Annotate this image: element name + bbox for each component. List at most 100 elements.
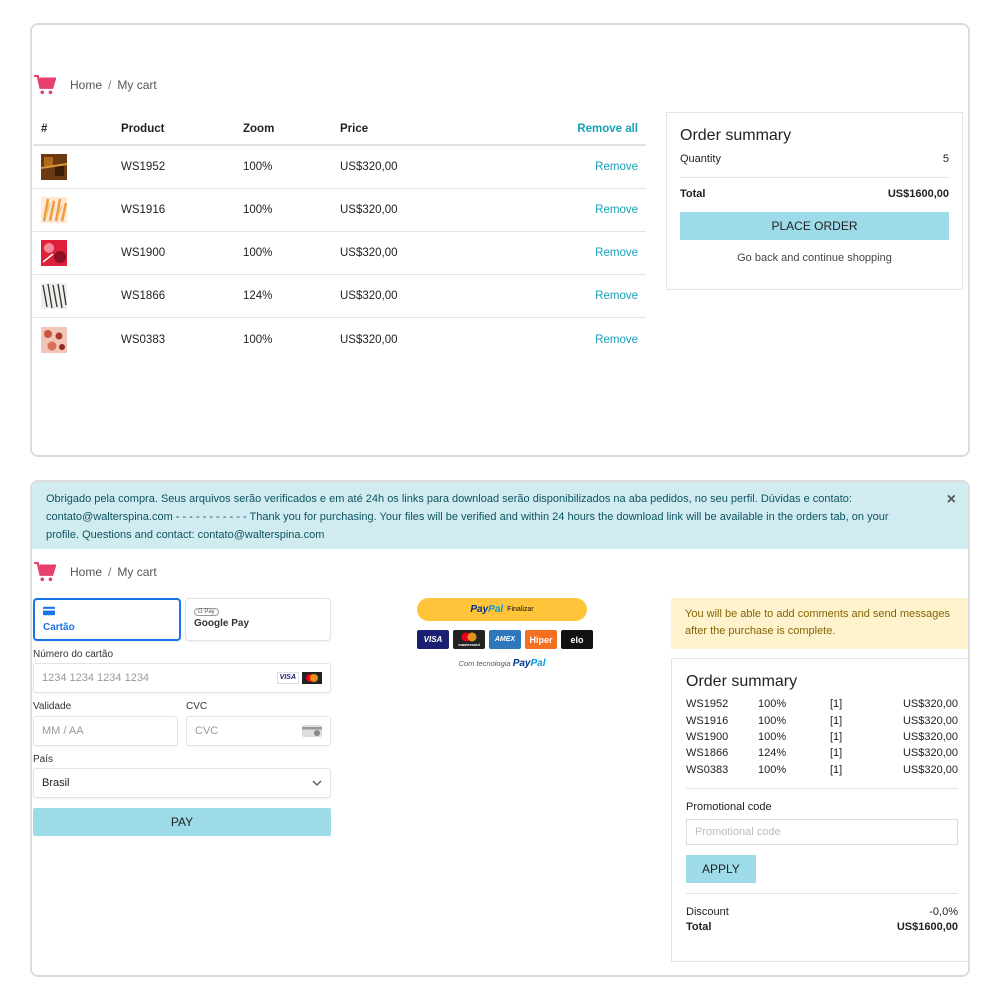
breadcrumb: Home / My cart	[34, 75, 157, 95]
expiry-placeholder: MM / AA	[42, 725, 84, 737]
product-code: WS1900	[121, 247, 166, 259]
divider	[686, 892, 958, 894]
expiry-input[interactable]: MM / AA	[33, 716, 178, 746]
mastercard-label: mastercard	[458, 642, 480, 647]
breadcrumb-separator: /	[108, 78, 112, 92]
total-value: US$1600,00	[896, 920, 958, 933]
product-price: US$320,00	[340, 161, 398, 173]
tab-card[interactable]: Cartão	[33, 598, 181, 641]
item-zoom: 100%	[758, 698, 787, 711]
remove-link[interactable]: Remove	[490, 290, 646, 302]
remove-link[interactable]: Remove	[490, 161, 646, 173]
item-zoom: 124%	[758, 747, 787, 760]
list-item: WS0383 100% [1] US$320,00	[686, 762, 958, 778]
country-label: País	[33, 754, 54, 765]
product-zoom: 100%	[243, 161, 273, 173]
item-price: US$320,00	[902, 730, 958, 743]
checkout-panel: Obrigado pela compra. Seus arquivos serã…	[30, 480, 970, 977]
table-row: WS1916 100% US$320,00 Remove	[33, 189, 646, 232]
close-icon[interactable]: ×	[947, 491, 956, 509]
product-zoom: 124%	[243, 290, 273, 302]
item-code: WS1952	[686, 698, 729, 711]
mastercard-icon	[302, 672, 322, 684]
info-alert-text: Obrigado pela compra. Seus arquivos serã…	[46, 493, 889, 541]
paypal-finalizar-label: Finalizar	[507, 606, 534, 613]
credit-card-icon	[43, 606, 55, 616]
product-code: WS1916	[121, 204, 166, 216]
continue-shopping-link[interactable]: Go back and continue shopping	[680, 252, 949, 264]
country-value: Brasil	[42, 777, 70, 789]
order-summary-card: Order summary Quantity 5 Total US$1600,0…	[666, 112, 963, 290]
cvc-input[interactable]: CVC	[186, 716, 331, 746]
order-summary-title: Order summary	[686, 673, 798, 690]
cvc-placeholder: CVC	[195, 725, 219, 737]
card-number-placeholder: 1234 1234 1234 1234	[42, 672, 150, 684]
discount-value: -0,0%	[929, 905, 958, 918]
product-thumbnail[interactable]	[33, 197, 121, 223]
remove-all-link[interactable]: Remove all	[490, 123, 646, 135]
product-thumbnail[interactable]	[33, 283, 121, 309]
divider	[680, 177, 949, 178]
accepted-cards: VISA mastercard AMEX Hiper elo	[417, 630, 593, 649]
tab-card-label: Cartão	[43, 622, 75, 633]
list-item: WS1952 100% [1] US$320,00	[686, 696, 958, 712]
tab-google-pay[interactable]: G Pay Google Pay	[185, 598, 331, 641]
product-thumbnail[interactable]	[33, 326, 121, 353]
discount-label: Discount	[686, 905, 729, 918]
promo-code-input[interactable]: Promotional code	[686, 818, 958, 845]
paypal-button[interactable]: Pay Pal Finalizar	[417, 598, 587, 621]
paypal-logo-pal: Pal	[488, 604, 504, 615]
paypal-tech-pay: Pay	[512, 658, 531, 669]
item-qty: [1]	[830, 747, 843, 760]
product-zoom: 100%	[243, 204, 273, 216]
remove-link[interactable]: Remove	[490, 334, 646, 346]
pay-button[interactable]: PAY	[33, 808, 331, 836]
place-order-button[interactable]: PLACE ORDER	[680, 212, 949, 240]
breadcrumb: Home / My cart	[34, 562, 157, 582]
visa-icon: VISA	[276, 672, 299, 684]
product-thumbnail[interactable]	[33, 240, 121, 266]
order-summary-title: Order summary	[680, 127, 792, 144]
hiper-icon: Hiper	[525, 630, 557, 649]
remove-link[interactable]: Remove	[490, 204, 646, 216]
table-row: WS1900 100% US$320,00 Remove	[33, 232, 646, 275]
country-select[interactable]: Brasil	[33, 768, 331, 798]
product-code: WS1866	[121, 290, 166, 302]
thumbnail-image	[41, 283, 67, 309]
product-thumbnail[interactable]	[33, 154, 121, 180]
apply-button[interactable]: APPLY	[686, 854, 756, 883]
product-price: US$320,00	[340, 204, 398, 216]
item-code: WS0383	[686, 763, 729, 776]
amex-icon: AMEX	[489, 630, 521, 649]
product-price: US$320,00	[340, 290, 398, 302]
item-zoom: 100%	[758, 730, 787, 743]
table-row: WS1866 124% US$320,00 Remove	[33, 275, 646, 318]
chevron-down-icon	[312, 780, 322, 786]
item-code: WS1916	[686, 714, 729, 727]
item-qty: [1]	[830, 698, 843, 711]
remove-link[interactable]: Remove	[490, 247, 646, 259]
table-row: WS1952 100% US$320,00 Remove	[33, 146, 646, 189]
quantity-row: Quantity 5	[680, 153, 949, 165]
list-item: WS1900 100% [1] US$320,00	[686, 729, 958, 745]
product-code: WS0383	[121, 333, 166, 346]
elo-icon: elo	[561, 630, 593, 649]
shopping-cart-icon	[34, 562, 56, 582]
breadcrumb-separator: /	[108, 565, 112, 579]
col-zoom: Zoom	[243, 122, 275, 135]
breadcrumb-home[interactable]: Home	[70, 565, 102, 579]
product-zoom: 100%	[243, 333, 273, 346]
google-pay-icon: G Pay	[194, 608, 219, 616]
list-item: WS1866 124% [1] US$320,00	[686, 745, 958, 761]
breadcrumb-home[interactable]: Home	[70, 78, 102, 92]
thumbnail-image	[41, 240, 67, 266]
thumbnail-image	[41, 326, 67, 353]
product-code: WS1952	[121, 161, 166, 173]
shopping-cart-icon	[34, 75, 56, 95]
quantity-value: 5	[942, 153, 949, 165]
card-number-input[interactable]: 1234 1234 1234 1234 VISA	[33, 663, 331, 693]
total-label: Total	[686, 920, 712, 933]
order-summary-card: Order summary WS1952 100% [1] US$320,00 …	[671, 658, 968, 962]
paypal-tech-pal: Pal	[530, 658, 546, 669]
cvc-card-icon	[302, 725, 322, 737]
